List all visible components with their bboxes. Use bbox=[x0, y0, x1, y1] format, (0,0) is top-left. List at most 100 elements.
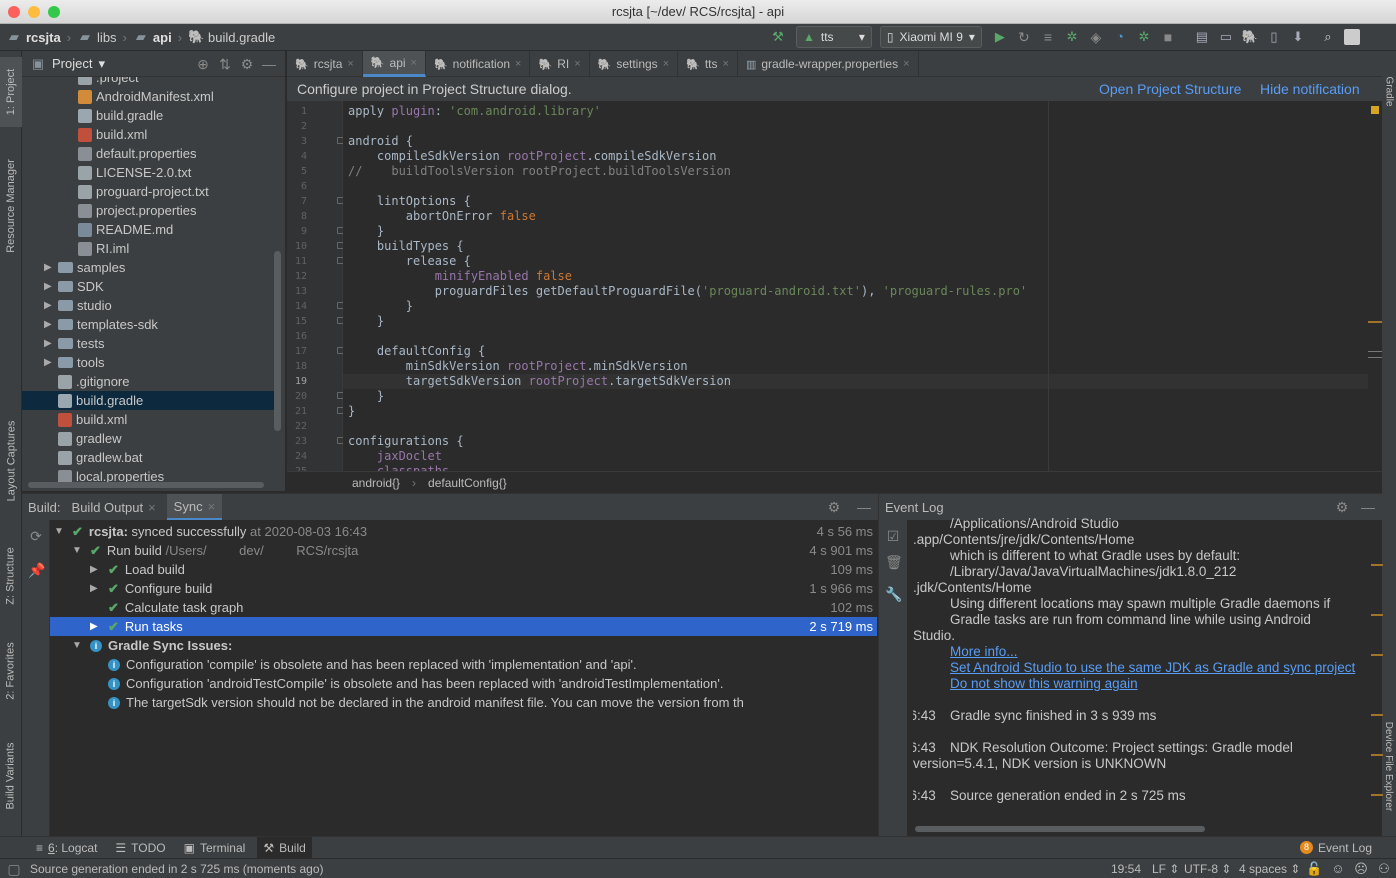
tab-rcsjta[interactable]: 🐘 rcsjta × bbox=[287, 51, 363, 77]
tree-item[interactable]: gradlew.bat bbox=[22, 448, 274, 467]
build-tree-row[interactable]: ▶ ✔ Run tasks 2 s 719 ms bbox=[50, 617, 877, 636]
gear-icon[interactable]: ⚙ bbox=[239, 56, 255, 72]
tree-horizontal-scrollbar[interactable] bbox=[28, 482, 264, 488]
expand-arrow-icon[interactable]: ▶ bbox=[90, 583, 108, 594]
code-line[interactable]: compileSdkVersion rootProject.compileSdk… bbox=[348, 149, 717, 164]
close-icon[interactable]: × bbox=[574, 58, 580, 70]
make-project-icon[interactable]: ⚒ bbox=[770, 29, 786, 45]
notifications-icon[interactable]: ⚇ bbox=[1376, 861, 1392, 877]
rerun-icon[interactable]: ↻ bbox=[1016, 29, 1032, 45]
expand-arrow-icon[interactable]: ▶ bbox=[44, 262, 58, 273]
tree-item[interactable]: gradlew bbox=[22, 429, 274, 448]
close-icon[interactable]: × bbox=[347, 58, 353, 70]
project-structure-icon[interactable]: ▤ bbox=[1194, 29, 1210, 45]
attach-debugger-icon[interactable]: ✲ bbox=[1136, 29, 1152, 45]
tree-item[interactable]: build.gradle bbox=[22, 391, 274, 410]
restart-icon[interactable]: ⟳ bbox=[28, 528, 44, 544]
debug-icon[interactable]: ✲ bbox=[1064, 29, 1080, 45]
tree-item[interactable]: AndroidManifest.xml bbox=[22, 87, 274, 106]
build-tree-row[interactable]: ▼ i Gradle Sync Issues: bbox=[50, 636, 877, 655]
hide-icon[interactable]: — bbox=[856, 499, 872, 515]
expand-arrow-icon[interactable]: ▶ bbox=[44, 338, 58, 349]
build-tree-row[interactable]: ✔ Calculate task graph 102 ms bbox=[50, 598, 877, 617]
crumb-project[interactable]: ▰ rcsjta bbox=[0, 29, 67, 45]
code-line[interactable]: apply plugin: 'com.android.library' bbox=[348, 104, 601, 119]
hide-icon[interactable]: — bbox=[261, 56, 277, 72]
code-line[interactable]: // buildToolsVersion rootProject.buildTo… bbox=[348, 164, 731, 179]
project-tree[interactable]: .project AndroidManifest.xml build.gradle b… bbox=[22, 77, 274, 483]
code-line[interactable]: targetSdkVersion rootProject.targetSdkVe… bbox=[348, 374, 731, 389]
code-line[interactable]: } bbox=[348, 389, 384, 404]
mark-read-icon[interactable]: ☑ bbox=[885, 528, 901, 544]
tab-sync[interactable]: Sync × bbox=[166, 494, 223, 520]
warning-marker[interactable] bbox=[1368, 321, 1382, 323]
tree-vertical-scrollbar[interactable] bbox=[274, 251, 281, 431]
feedback-icon[interactable]: ☹ bbox=[1353, 861, 1369, 877]
hide-notification-link[interactable]: Hide notification bbox=[1260, 81, 1360, 97]
expand-arrow-icon[interactable]: ▶ bbox=[44, 300, 58, 311]
tool-window-event-log[interactable]: 8 Event Log bbox=[1294, 837, 1378, 859]
tree-item[interactable]: build.xml bbox=[22, 125, 274, 144]
tree-item[interactable]: build.xml bbox=[22, 410, 274, 429]
tool-window-build[interactable]: ⚒ Build bbox=[257, 836, 312, 859]
code-line[interactable]: minifyEnabled false bbox=[348, 269, 572, 284]
build-tree-row[interactable]: ▼ ✔ Run build /Users/ dev/ RCS/rcsjta 4 s 9… bbox=[50, 541, 877, 560]
code-line[interactable]: } bbox=[348, 404, 355, 419]
project-view-select[interactable]: Project bbox=[52, 56, 92, 71]
tree-item[interactable]: build.gradle bbox=[22, 106, 274, 125]
tree-item[interactable]: RI.iml bbox=[22, 239, 274, 258]
build-tree-row[interactable]: ▶ ✔ Configure build 1 s 966 ms bbox=[50, 579, 877, 598]
file-encoding[interactable]: UTF-8 ⇕ bbox=[1184, 862, 1231, 876]
tab-build-variants[interactable]: Build Variants bbox=[0, 731, 22, 821]
event-log-link[interactable]: Set Android Studio to use the same JDK a… bbox=[950, 660, 1355, 675]
expand-arrow-icon[interactable]: ▶ bbox=[44, 319, 58, 330]
tree-item[interactable]: ▶ SDK bbox=[22, 277, 274, 296]
code-editor[interactable]: apply plugin: 'com.android.library' andro… bbox=[343, 101, 1368, 471]
run-icon[interactable]: ▶ bbox=[992, 29, 1008, 45]
open-project-structure-link[interactable]: Open Project Structure bbox=[1099, 81, 1241, 97]
close-icon[interactable]: × bbox=[148, 500, 156, 515]
close-icon[interactable]: × bbox=[208, 499, 216, 514]
code-line[interactable]: android { bbox=[348, 134, 413, 149]
collapse-all-icon[interactable]: ⇅ bbox=[217, 56, 233, 72]
code-line[interactable]: classpaths bbox=[348, 464, 449, 471]
code-line[interactable]: proguardFiles getDefaultProguardFile('pr… bbox=[348, 284, 1027, 299]
code-line[interactable]: } bbox=[348, 224, 384, 239]
code-line[interactable]: release { bbox=[348, 254, 471, 269]
coverage-icon[interactable]: ◈ bbox=[1088, 29, 1104, 45]
warning-marker[interactable] bbox=[1371, 106, 1379, 114]
tree-item[interactable]: project.properties bbox=[22, 201, 274, 220]
search-icon[interactable]: ⌕ bbox=[1320, 29, 1336, 45]
hide-icon[interactable]: — bbox=[1360, 499, 1376, 515]
code-line[interactable]: minSdkVersion rootProject.minSdkVersion bbox=[348, 359, 688, 374]
tree-item[interactable]: ▶ templates-sdk bbox=[22, 315, 274, 334]
toggle-tool-windows-icon[interactable]: ▢ bbox=[6, 861, 22, 877]
close-icon[interactable]: × bbox=[663, 58, 669, 70]
sync-gradle-icon[interactable]: 🐘 bbox=[1242, 29, 1258, 45]
tool-window-todo[interactable]: ☰ TODO bbox=[109, 837, 171, 859]
event-log-link[interactable]: Do not show this warning again bbox=[950, 676, 1138, 691]
gear-icon[interactable]: ⚙ bbox=[826, 499, 842, 515]
tree-item[interactable]: ▶ tools bbox=[22, 353, 274, 372]
close-icon[interactable]: × bbox=[515, 58, 521, 70]
build-tree-row[interactable]: i The targetSdk version should not be dec… bbox=[50, 693, 877, 712]
indent-setting[interactable]: 4 spaces ⇕ bbox=[1239, 862, 1300, 876]
code-line[interactable]: defaultConfig { bbox=[348, 344, 485, 359]
lock-icon[interactable]: 🔓 bbox=[1306, 861, 1322, 877]
expand-arrow-icon[interactable]: ▶ bbox=[44, 357, 58, 368]
wrench-icon[interactable]: 🔧 bbox=[885, 586, 902, 602]
tab-gradle-wrapper-properties[interactable]: ▥ gradle-wrapper.properties × bbox=[738, 51, 919, 77]
code-line[interactable]: buildTypes { bbox=[348, 239, 464, 254]
crumb-build-gradle[interactable]: 🐘 build.gradle bbox=[182, 29, 281, 45]
gear-icon[interactable]: ⚙ bbox=[1334, 499, 1350, 515]
apply-changes-icon[interactable]: ≡ bbox=[1040, 29, 1056, 45]
trash-icon[interactable]: 🗑 bbox=[885, 554, 903, 570]
expand-arrow-icon[interactable]: ▶ bbox=[90, 564, 108, 575]
tab-gradle[interactable]: Gradle bbox=[1382, 61, 1396, 121]
tool-window-terminal[interactable]: ▣ Terminal bbox=[178, 837, 252, 859]
tree-item[interactable]: README.md bbox=[22, 220, 274, 239]
line-separator[interactable]: LF ⇕ bbox=[1152, 862, 1179, 876]
build-tree-row[interactable]: i Configuration 'compile' is obsolete and… bbox=[50, 655, 877, 674]
code-line[interactable]: jaxDoclet bbox=[348, 449, 442, 464]
tab-device-file-explorer[interactable]: Device File Explorer bbox=[1382, 706, 1396, 826]
